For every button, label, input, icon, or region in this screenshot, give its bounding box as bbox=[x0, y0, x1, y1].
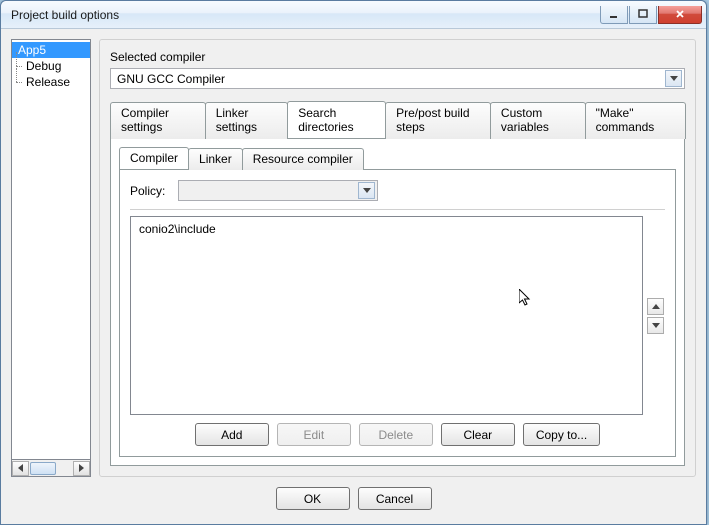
chevron-right-icon bbox=[79, 464, 84, 472]
chevron-up-icon bbox=[652, 304, 660, 309]
add-button[interactable]: Add bbox=[195, 423, 269, 446]
options-group: Selected compiler GNU GCC Compiler Compi… bbox=[99, 39, 696, 477]
directory-list-area: conio2\include bbox=[130, 216, 665, 415]
close-button[interactable] bbox=[658, 6, 702, 24]
tab-prepost-build-steps[interactable]: Pre/post build steps bbox=[385, 102, 491, 139]
compiler-combo-button[interactable] bbox=[665, 70, 682, 87]
dialog-window: Project build options App5 Debug Release bbox=[0, 0, 707, 525]
compiler-combo[interactable]: GNU GCC Compiler bbox=[110, 68, 685, 89]
list-item[interactable]: conio2\include bbox=[137, 221, 636, 237]
scroll-left-button[interactable] bbox=[12, 461, 29, 476]
tree-item-debug[interactable]: Debug bbox=[12, 58, 90, 74]
tab-make-commands[interactable]: "Make" commands bbox=[585, 102, 686, 139]
main-tab-body: Compiler Linker Resource compiler Policy… bbox=[110, 138, 685, 466]
upper-area: App5 Debug Release Selected compiler GNU… bbox=[11, 39, 696, 477]
dialog-buttons: OK Cancel bbox=[11, 477, 696, 514]
titlebar[interactable]: Project build options bbox=[1, 1, 706, 29]
minimize-button[interactable] bbox=[600, 6, 628, 24]
separator bbox=[130, 209, 665, 210]
tab-search-directories[interactable]: Search directories bbox=[287, 101, 386, 138]
scroll-right-button[interactable] bbox=[73, 461, 90, 476]
move-up-button[interactable] bbox=[647, 298, 664, 315]
main-tabs: Compiler settings Linker settings Search… bbox=[110, 101, 685, 138]
move-down-button[interactable] bbox=[647, 317, 664, 334]
client-area: App5 Debug Release Selected compiler GNU… bbox=[1, 29, 706, 524]
tab-linker-settings[interactable]: Linker settings bbox=[205, 102, 289, 139]
sub-tabs: Compiler Linker Resource compiler bbox=[119, 147, 676, 169]
maximize-button[interactable] bbox=[629, 6, 657, 24]
policy-row: Policy: bbox=[130, 180, 665, 201]
directory-listbox[interactable]: conio2\include bbox=[130, 216, 643, 415]
tree-item-app[interactable]: App5 bbox=[12, 42, 90, 58]
window-buttons bbox=[600, 6, 702, 24]
window-title: Project build options bbox=[11, 8, 600, 22]
target-tree-wrap: App5 Debug Release bbox=[11, 39, 91, 477]
edit-button[interactable]: Edit bbox=[277, 423, 351, 446]
right-pane: Selected compiler GNU GCC Compiler Compi… bbox=[99, 39, 696, 477]
reorder-buttons bbox=[647, 216, 665, 415]
tree-item-release[interactable]: Release bbox=[12, 74, 90, 90]
ok-button[interactable]: OK bbox=[276, 487, 350, 510]
chevron-down-icon bbox=[363, 188, 371, 193]
chevron-left-icon bbox=[18, 464, 23, 472]
policy-combo[interactable] bbox=[178, 180, 378, 201]
scroll-thumb[interactable] bbox=[30, 462, 56, 475]
cancel-button[interactable]: Cancel bbox=[358, 487, 432, 510]
copy-to-button[interactable]: Copy to... bbox=[523, 423, 600, 446]
subtab-linker[interactable]: Linker bbox=[188, 148, 243, 170]
list-buttons: Add Edit Delete Clear Copy to... bbox=[130, 423, 665, 446]
tab-compiler-settings[interactable]: Compiler settings bbox=[110, 102, 206, 139]
policy-label: Policy: bbox=[130, 184, 172, 198]
tree-horizontal-scrollbar[interactable] bbox=[11, 460, 91, 477]
chevron-down-icon bbox=[652, 323, 660, 328]
subtab-compiler[interactable]: Compiler bbox=[119, 147, 189, 169]
tab-custom-variables[interactable]: Custom variables bbox=[490, 102, 586, 139]
selected-compiler-label: Selected compiler bbox=[110, 50, 685, 64]
clear-button[interactable]: Clear bbox=[441, 423, 515, 446]
policy-combo-button[interactable] bbox=[358, 182, 375, 199]
sub-tab-body: Policy: bbox=[119, 169, 676, 457]
chevron-down-icon bbox=[670, 76, 678, 81]
subtab-resource-compiler[interactable]: Resource compiler bbox=[242, 148, 364, 170]
compiler-combo-text: GNU GCC Compiler bbox=[117, 72, 665, 86]
target-tree[interactable]: App5 Debug Release bbox=[11, 39, 91, 460]
delete-button[interactable]: Delete bbox=[359, 423, 433, 446]
